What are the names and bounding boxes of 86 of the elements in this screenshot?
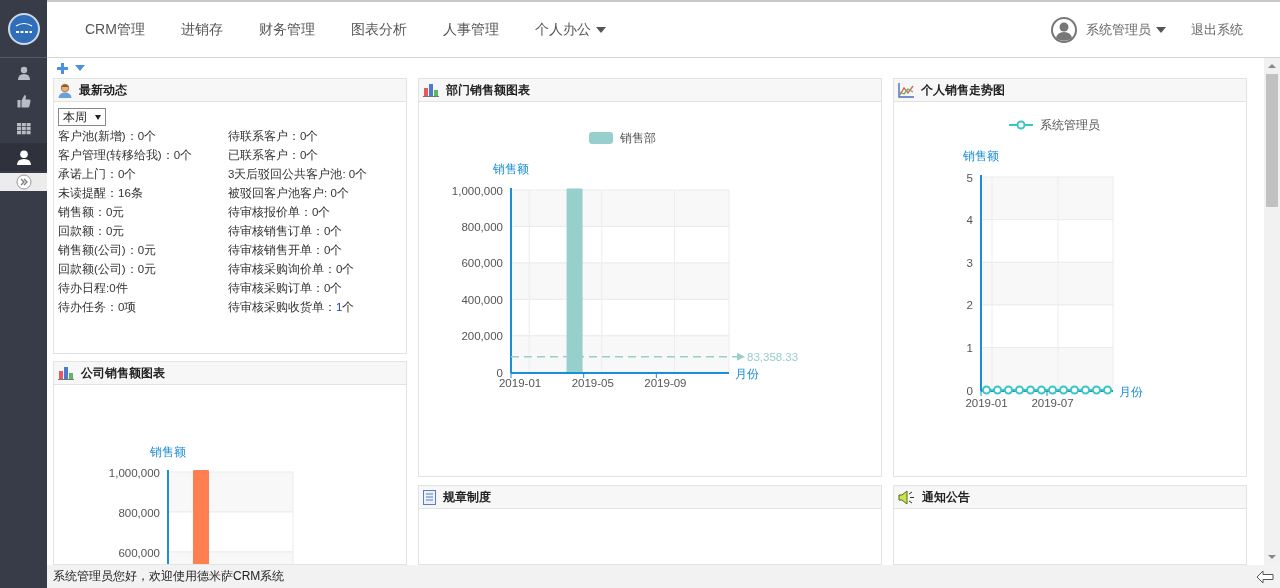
y-axis-label: 3 bbox=[966, 256, 973, 269]
scrollbar[interactable] bbox=[1264, 58, 1280, 565]
nav-item[interactable]: CRM管理 bbox=[67, 20, 163, 39]
y-axis-label: 600,000 bbox=[118, 546, 160, 559]
period-select[interactable]: 本周 bbox=[58, 108, 106, 126]
nav-item[interactable]: 财务管理 bbox=[240, 20, 333, 39]
stat-item: 承诺上门：0个 bbox=[58, 167, 138, 182]
person-icon bbox=[58, 82, 72, 98]
speaker-icon bbox=[898, 489, 915, 505]
stat-item: 未读提醒：16条 bbox=[58, 186, 144, 201]
expand-icon[interactable] bbox=[15, 174, 32, 190]
stat-item: 待审核报价单：0个 bbox=[228, 205, 332, 220]
stat-item: 销售额：0元 bbox=[58, 205, 126, 220]
stat-item: 待审核采购询价单：0个 bbox=[228, 262, 356, 277]
nav-item[interactable]: 图表分析 bbox=[332, 20, 425, 39]
grid-icon bbox=[16, 123, 31, 135]
stat-item: 回款额(公司)：0元 bbox=[58, 262, 158, 277]
x-axis-label: 2019-01 bbox=[498, 377, 542, 389]
stat-item: 3天后驳回公共客户池: 0个 bbox=[228, 167, 369, 182]
y-axis-label: 4 bbox=[966, 214, 973, 227]
sidebar-item[interactable] bbox=[0, 143, 47, 171]
y-axis-label: 1 bbox=[966, 341, 973, 354]
y-axis-label: 0 bbox=[966, 384, 973, 397]
y-axis-title: 销售额 bbox=[963, 149, 999, 163]
line-chart-icon bbox=[898, 82, 914, 98]
logo-icon bbox=[7, 12, 40, 45]
legend-label[interactable]: 系统管理员 bbox=[1040, 119, 1100, 131]
panel-title: 公司销售额图表 bbox=[81, 364, 165, 382]
nav-item[interactable]: 人事管理 bbox=[424, 20, 517, 39]
y-axis-label: 600,000 bbox=[461, 257, 503, 270]
bar-chart-icon bbox=[423, 83, 439, 97]
x-axis-title: 月份 bbox=[1119, 385, 1143, 399]
y-axis-label: 1,000,000 bbox=[451, 184, 503, 197]
welcome-text: 系统管理员您好，欢迎使用德米萨CRM系统 bbox=[53, 568, 285, 585]
avatar-icon bbox=[1051, 16, 1077, 43]
x-axis-title: 月份 bbox=[735, 367, 759, 381]
panel-title: 规章制度 bbox=[443, 488, 491, 506]
x-axis-label: 2019-07 bbox=[1031, 397, 1074, 409]
stat-item: 客户管理(转移给我)：0个 bbox=[58, 148, 194, 163]
stat-item: 待办任务：0项 bbox=[58, 300, 138, 315]
y-axis-label: 800,000 bbox=[461, 220, 503, 233]
panel-title: 个人销售走势图 bbox=[921, 81, 1005, 99]
logout-link[interactable]: 退出系统 bbox=[1191, 20, 1243, 39]
panel-title: 通知公告 bbox=[922, 488, 970, 506]
legend-label[interactable]: 销售部 bbox=[620, 132, 656, 144]
line-series[interactable] bbox=[982, 385, 1112, 395]
nav-item[interactable]: 个人办公 bbox=[516, 20, 624, 39]
x-axis-label: 2019-05 bbox=[571, 377, 614, 389]
stat-item: 待审核采购订单：0个 bbox=[228, 281, 344, 296]
x-axis-label: 2019-09 bbox=[644, 377, 687, 389]
legend-line-marker[interactable] bbox=[1008, 120, 1034, 130]
y-axis-label: 5 bbox=[966, 171, 973, 184]
y-axis-label: 0 bbox=[496, 366, 503, 379]
caret-icon[interactable] bbox=[75, 65, 85, 71]
stat-item: 待审核销售订单：0个 bbox=[228, 224, 344, 239]
stat-item: 待联系客户：0个 bbox=[228, 129, 320, 144]
y-axis-label: 2 bbox=[966, 299, 973, 312]
stat-item: 被驳回客户池客户: 0个 bbox=[228, 186, 350, 201]
scrollbar-thumb[interactable] bbox=[1266, 74, 1278, 207]
user-icon bbox=[16, 149, 31, 165]
document-icon bbox=[423, 489, 436, 505]
average-value-label: 83,358.33 bbox=[747, 350, 799, 363]
stat-item: 待审核采购收货单：1个 bbox=[228, 300, 356, 315]
y-axis-title: 销售额 bbox=[493, 162, 529, 176]
legend-swatch[interactable] bbox=[589, 132, 613, 144]
stat-item: 回款额：0元 bbox=[58, 224, 126, 239]
stat-item: 待办日程:0件 bbox=[58, 281, 129, 296]
panel-title: 最新动态 bbox=[79, 81, 127, 99]
stat-item: 待审核销售开单：0个 bbox=[228, 243, 344, 258]
user-menu[interactable]: 系统管理员 bbox=[1086, 20, 1166, 39]
user-icon bbox=[16, 66, 31, 80]
add-icon[interactable] bbox=[57, 62, 68, 74]
stat-item: 销售额(公司)：0元 bbox=[58, 243, 158, 258]
y-axis-label: 400,000 bbox=[461, 293, 503, 306]
panel-title: 部门销售额图表 bbox=[446, 81, 530, 99]
y-axis-label: 1,000,000 bbox=[108, 466, 160, 479]
arrow-left-icon[interactable] bbox=[1256, 569, 1274, 584]
x-axis-label: 2019-01 bbox=[965, 397, 1008, 409]
y-axis-label: 200,000 bbox=[461, 330, 503, 343]
nav-item[interactable]: 进销存 bbox=[162, 20, 241, 39]
stat-item: 已联系客户：0个 bbox=[228, 148, 320, 163]
y-axis-title: 销售额 bbox=[150, 445, 186, 459]
thumbs-up-icon bbox=[16, 94, 31, 108]
y-axis-label: 800,000 bbox=[118, 506, 160, 519]
bar-chart-icon bbox=[58, 366, 74, 380]
stat-item: 客户池(新增)：0个 bbox=[58, 129, 158, 144]
